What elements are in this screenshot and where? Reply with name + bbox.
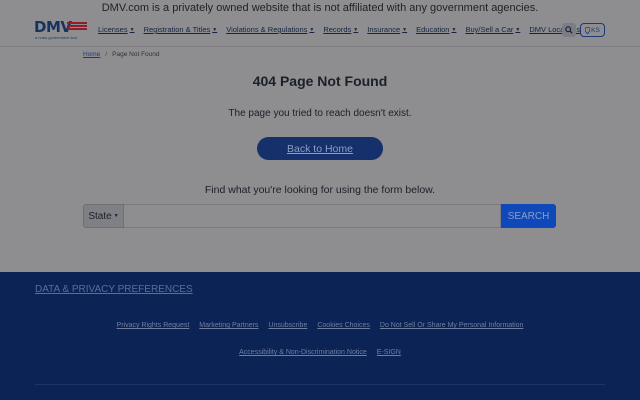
chevron-down-icon: ▼: [212, 26, 218, 33]
nav-label: Registration & Titles: [143, 25, 211, 34]
footer-links-row-1: Privacy Rights Request Marketing Partner…: [0, 322, 640, 329]
chevron-down-icon: ▼: [113, 213, 119, 219]
page-title: 404 Page Not Found: [252, 73, 388, 89]
nav-label: Education: [416, 25, 450, 34]
footer-link-do-not-sell[interactable]: Do Not Sell Or Share My Personal Informa…: [380, 322, 524, 329]
breadcrumb: Home / Page Not Found: [83, 51, 160, 58]
chevron-down-icon: ▼: [353, 26, 359, 33]
location-label: KS: [591, 26, 600, 34]
flag-stripes-icon: [67, 22, 87, 31]
chevron-down-icon: ▼: [129, 26, 135, 33]
chevron-down-icon: ▼: [402, 26, 408, 33]
logo-text: DMV: [34, 18, 72, 36]
nav-item-insurance[interactable]: Insurance ▼: [367, 25, 407, 34]
search-icon: [565, 26, 573, 34]
breadcrumb-home-link[interactable]: Home: [83, 51, 100, 58]
footer-link-esign[interactable]: E-SIGN: [377, 349, 401, 356]
site-footer: DATA & PRIVACY PREFERENCES Privacy Right…: [0, 272, 640, 400]
state-select[interactable]: State ▼: [83, 204, 124, 228]
header-search-button[interactable]: [562, 23, 576, 37]
breadcrumb-separator: /: [105, 51, 108, 58]
site-header: DMV a rvars government tool Licenses ▼ Re…: [0, 16, 640, 46]
nav-item-registration[interactable]: Registration & Titles ▼: [144, 25, 218, 34]
nav-item-records[interactable]: Records ▼: [323, 25, 358, 34]
footer-divider: [35, 384, 605, 385]
footer-link-marketing-partners[interactable]: Marketing Partners: [199, 322, 258, 329]
footer-link-cookies[interactable]: Cookies Choices: [317, 322, 370, 329]
footer-link-accessibility[interactable]: Accessibility & Non-Discrimination Notic…: [239, 349, 367, 356]
page-subtitle: The page you tried to reach doesn't exis…: [228, 108, 412, 119]
header-divider: [0, 46, 640, 47]
location-button[interactable]: KS: [580, 23, 605, 37]
chevron-down-icon: ▼: [515, 26, 521, 33]
nav-item-education[interactable]: Education ▼: [416, 25, 456, 34]
chevron-down-icon: ▼: [309, 26, 315, 33]
dmv-logo[interactable]: DMV a rvars government tool: [34, 19, 90, 41]
nav-label: Records: [323, 25, 352, 34]
search-input[interactable]: [124, 204, 501, 228]
state-select-label: State: [88, 210, 112, 222]
main-nav: Licenses ▼ Registration & Titles ▼ Violati…: [98, 25, 589, 34]
nav-item-buy-sell[interactable]: Buy/Sell a Car ▼: [465, 25, 520, 34]
logo-tagline: a rvars government tool: [35, 35, 78, 40]
find-instructions: Find what you're looking for using the f…: [204, 184, 436, 196]
nav-label: Buy/Sell a Car: [465, 25, 514, 34]
privacy-preferences-link[interactable]: DATA & PRIVACY PREFERENCES: [35, 284, 193, 295]
nav-item-violations[interactable]: Violations & Regulations ▼: [226, 25, 314, 34]
footer-link-privacy-rights[interactable]: Privacy Rights Request: [117, 322, 190, 329]
nav-label: Licenses: [98, 25, 128, 34]
chevron-down-icon: ▼: [451, 26, 457, 33]
search-submit-button[interactable]: SEARCH: [501, 204, 556, 228]
map-pin-icon: [585, 26, 591, 34]
nav-label: Insurance: [367, 25, 401, 34]
nav-label: Violations & Regulations: [226, 25, 308, 34]
search-form: State ▼ SEARCH: [83, 204, 556, 228]
footer-links-row-2: Accessibility & Non-Discrimination Notic…: [0, 349, 640, 356]
nav-item-licenses[interactable]: Licenses ▼: [98, 25, 135, 34]
breadcrumb-current: Page Not Found: [112, 51, 160, 58]
footer-link-unsubscribe[interactable]: Unsubscribe: [268, 322, 307, 329]
back-to-home-button[interactable]: Back to Home: [257, 137, 383, 160]
disclaimer-banner: DMV.com is a privately owned website tha…: [101, 2, 539, 14]
